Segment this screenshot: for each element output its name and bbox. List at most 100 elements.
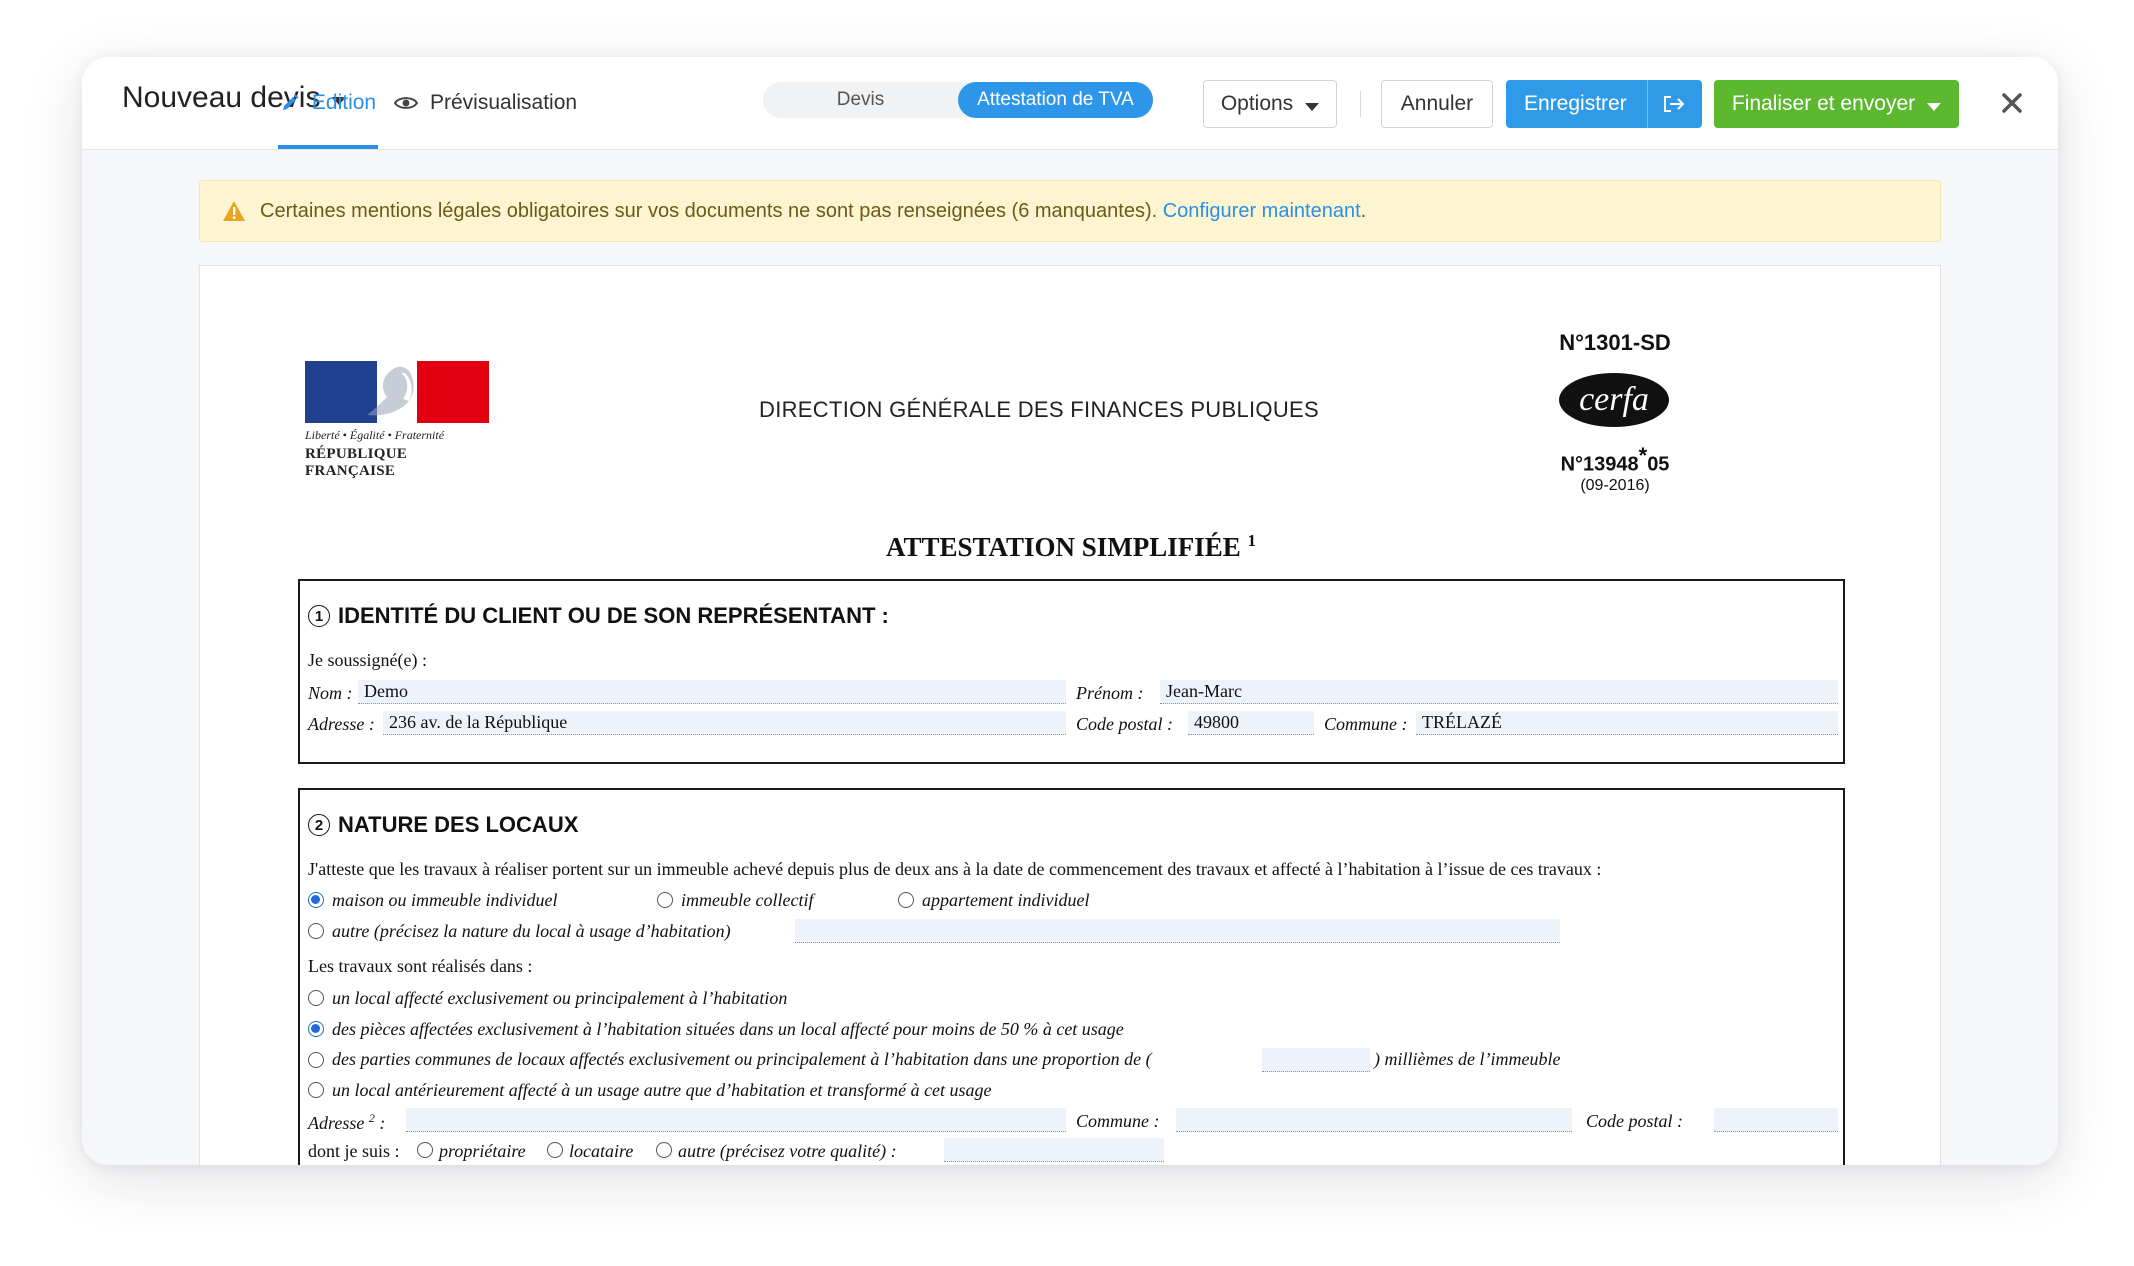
cerfa-code: N°13948*05 [1520,443,1710,477]
chevron-down-icon [1927,103,1942,111]
commune-field[interactable]: TRÉLAZÉ [1416,711,1838,735]
options-dropdown-button[interactable]: Options [1203,80,1337,128]
commune-label: Commune : [1324,714,1408,734]
warning-period: . [1360,199,1367,222]
option-maison-label: maison ou immeuble individuel [332,890,558,910]
finalize-button-label: Finaliser et envoyer [1731,92,1916,115]
warning-text-wrap: Certaines mentions légales obligatoires … [260,200,1366,223]
section-client-identity: 1 IDENTITÉ DU CLIENT OU DE SON REPRÉSENT… [298,579,1845,764]
section1-heading: 1 IDENTITÉ DU CLIENT OU DE SON REPRÉSENT… [308,603,889,629]
radio-autre-qualite[interactable] [656,1142,672,1158]
cerfa-logo: cerfa [1559,373,1669,427]
adresse-field[interactable]: 236 av. de la République [383,711,1066,735]
milliemes-suffix: ) millièmes de l’immeuble [1374,1049,1561,1069]
radio-appartement-individuel[interactable] [898,892,914,908]
section-nature-locaux: 2 NATURE DES LOCAUX J'atteste que les tr… [298,788,1845,1165]
nom-label: Nom : [308,683,353,703]
code-postal2-label: Code postal : [1586,1111,1683,1131]
code-postal-field[interactable]: 49800 [1188,711,1314,735]
cerfa-code-suffix: 05 [1647,453,1670,476]
radio-autre-local[interactable] [308,923,324,939]
adresse2-field[interactable] [406,1108,1066,1132]
marianne-flag-icon [305,361,489,423]
cerfa-form-number: N°1301-SD [1559,330,1671,355]
section1-intro: Je soussigné(e) : [308,650,427,670]
travaux-intro: Les travaux sont réalisés dans : [308,956,533,976]
cerfa-code-main: N°13948 [1560,453,1639,476]
radio-immeuble-collectif[interactable] [657,892,673,908]
save-button-label: Enregistrer [1524,92,1627,115]
eye-icon [394,97,418,109]
radio-local-habitation[interactable] [308,990,324,1006]
travaux-option4-label: un local antérieurement affecté à un usa… [332,1080,992,1100]
travaux-option2-label: des pièces affectées exclusivement à l’h… [332,1019,1124,1039]
section2-heading: 2 NATURE DES LOCAUX [308,812,578,838]
republique-francaise-logo: Liberté • Égalité • Fraternité RÉPUBLIQU… [305,361,489,479]
segment-devis[interactable]: Devis [763,82,958,118]
radio-local-transforme[interactable] [308,1082,324,1098]
quote-editor-window: Nouveau devis Edition Prévisualisation D… [82,57,2058,1165]
dgfip-heading: DIRECTION GÉNÉRALE DES FINANCES PUBLIQUE… [759,397,1319,422]
top-bar: Nouveau devis Edition Prévisualisation D… [82,57,2058,150]
warning-text: Certaines mentions légales obligatoires … [260,199,1158,222]
document-type-switch: Devis Attestation de TVA [763,82,1153,118]
tab-edition[interactable]: Edition [278,57,378,149]
tab-preview[interactable]: Prévisualisation [394,57,577,149]
code-postal-label: Code postal : [1076,714,1173,734]
dont-je-suis-label: dont je suis : [308,1141,400,1161]
radio-maison-individuelle[interactable] [308,892,324,908]
code-postal2-field[interactable] [1714,1108,1838,1132]
prenom-field[interactable]: Jean-Marc [1160,680,1838,704]
chevron-down-icon [1305,103,1320,111]
section2-number: 2 [308,814,330,836]
tab-preview-label: Prévisualisation [430,91,578,114]
adresse-label: Adresse : [308,714,375,734]
commune2-label: Commune : [1076,1111,1160,1131]
radio-parties-communes[interactable] [308,1052,324,1068]
milliemes-field[interactable] [1262,1048,1370,1072]
radio-pieces-habitation[interactable] [308,1021,324,1037]
commune2-field[interactable] [1176,1108,1572,1132]
adresse2-colon: : [379,1113,386,1133]
qualite-autre-label: autre (précisez votre qualité) : [678,1141,897,1161]
autre-local-field[interactable] [795,919,1560,943]
cancel-button[interactable]: Annuler [1381,80,1493,128]
radio-locataire[interactable] [547,1142,563,1158]
radio-proprietaire[interactable] [417,1142,433,1158]
travaux-option3-label: des parties communes de locaux affectés … [332,1049,1152,1069]
qualite-proprietaire-label: propriétaire [439,1141,526,1161]
adresse2-note: 2 [368,1111,375,1125]
attestation-title-text: ATTESTATION SIMPLIFIÉE [885,532,1241,562]
logo-motto: Liberté • Égalité • Fraternité [305,428,445,442]
option-autre-label: autre (précisez la nature du local à usa… [332,921,731,941]
save-button-separator [1646,80,1648,128]
adresse2-label: Adresse 2 : [308,1111,385,1134]
option-appartement-label: appartement individuel [922,890,1090,910]
autre-qualite-field[interactable] [944,1138,1164,1162]
section1-title: IDENTITÉ DU CLIENT OU DE SON REPRÉSENTAN… [338,603,889,628]
save-button[interactable]: Enregistrer [1506,80,1702,128]
segment-attestation-tva[interactable]: Attestation de TVA [958,82,1153,118]
close-icon[interactable] [1990,81,2034,125]
travaux-option1-label: un local affecté exclusivement ou princi… [332,988,788,1008]
options-button-label: Options [1220,92,1294,115]
tab-edition-label: Edition [311,91,377,114]
legal-mentions-warning: Certaines mentions légales obligatoires … [199,180,1941,242]
nom-field[interactable]: Demo [358,680,1066,704]
pencil-icon [282,94,299,110]
qualite-locataire-label: locataire [569,1141,634,1161]
prenom-label: Prénom : [1076,683,1144,703]
save-and-exit-icon[interactable] [1662,94,1686,114]
option-immeuble-label: immeuble collectif [681,890,814,910]
finalize-and-send-button[interactable]: Finaliser et envoyer [1714,80,1959,128]
cerfa-code-star: * [1638,443,1648,468]
section2-title: NATURE DES LOCAUX [338,812,579,837]
cerfa-document: Liberté • Égalité • Fraternité RÉPUBLIQU… [199,265,1941,1165]
section1-number: 1 [308,605,330,627]
attestation-title: ATTESTATION SIMPLIFIÉE 1 [200,531,1942,563]
configure-now-link[interactable]: Configurer maintenant [1163,200,1361,222]
toolbar-divider [1360,91,1361,117]
section2-intro: J'atteste que les travaux à réaliser por… [308,859,1602,879]
cerfa-date: (09-2016) [1580,477,1650,494]
warning-icon [223,201,245,221]
